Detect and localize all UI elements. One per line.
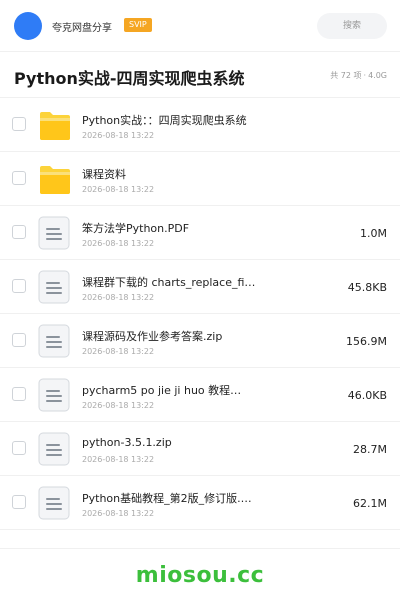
file-date: 2026-08-18 13:22 bbox=[82, 347, 155, 356]
file-list: Python实战：：四周实现爬虫系统 2026-08-18 13:22 课程资料 20… bbox=[0, 98, 400, 530]
row-checkbox[interactable] bbox=[12, 117, 26, 131]
file-date: 2026-08-18 13:22 bbox=[82, 185, 155, 194]
file-row[interactable]: pycharm5 po jie ji huo 教程… 2026-08-18 13:… bbox=[0, 368, 400, 422]
folder-header: Python实战-四周实现爬虫系统 共 72 项 · 4.0G bbox=[0, 52, 400, 98]
file-size: 1.0M bbox=[360, 227, 387, 240]
folder-icon bbox=[38, 162, 70, 196]
file-date: 2026-08-18 13:22 bbox=[82, 509, 155, 518]
file-size: 46.0KB bbox=[347, 389, 387, 402]
document-icon bbox=[38, 432, 70, 466]
row-checkbox[interactable] bbox=[12, 225, 26, 239]
footer: miosou.cc bbox=[0, 548, 400, 600]
document-icon bbox=[38, 324, 70, 358]
file-date: 2026-08-18 13:22 bbox=[82, 401, 155, 410]
svip-badge: SVIP bbox=[124, 18, 152, 32]
brand-logo-text: miosou.cc bbox=[135, 563, 265, 588]
file-row[interactable]: python-3.5.1.zip 2026-08-18 13:22 28.7M bbox=[0, 422, 400, 476]
page-title: Python实战-四周实现爬虫系统 bbox=[14, 69, 245, 88]
row-checkbox[interactable] bbox=[12, 495, 26, 509]
file-size: 28.7M bbox=[353, 443, 387, 456]
row-checkbox[interactable] bbox=[12, 441, 26, 455]
file-row[interactable]: 课程源码及作业参考答案.zip 2026-08-18 13:22 156.9M bbox=[0, 314, 400, 368]
document-icon bbox=[38, 216, 70, 250]
file-row[interactable]: 笨方法学Python.PDF 2026-08-18 13:22 1.0M bbox=[0, 206, 400, 260]
row-checkbox[interactable] bbox=[12, 333, 26, 347]
document-icon bbox=[38, 378, 70, 412]
file-row[interactable]: 课程资料 2026-08-18 13:22 bbox=[0, 152, 400, 206]
file-date: 2026-08-18 13:22 bbox=[82, 455, 155, 464]
file-name: Python基础教程_第2版_修订版.pdf bbox=[82, 492, 257, 505]
file-row[interactable]: Python基础教程_第2版_修订版.pdf 2026-08-18 13:22 62… bbox=[0, 476, 400, 530]
row-checkbox[interactable] bbox=[12, 387, 26, 401]
total-size: 4.0G bbox=[368, 71, 387, 80]
top-bar: 夸克网盘分享 SVIP bbox=[0, 0, 400, 52]
file-name: 课程资料 bbox=[82, 168, 126, 181]
file-name: Python实战：：四周实现爬虫系统 bbox=[82, 114, 247, 127]
document-icon bbox=[38, 486, 70, 520]
file-name: python-3.5.1.zip bbox=[82, 436, 172, 449]
file-size: 45.8KB bbox=[347, 281, 387, 294]
file-name: 课程源码及作业参考答案.zip bbox=[82, 330, 223, 343]
meta-separator: · bbox=[363, 71, 367, 80]
row-checkbox[interactable] bbox=[12, 171, 26, 185]
file-size: 156.9M bbox=[346, 335, 387, 348]
username: 夸克网盘分享 bbox=[52, 23, 112, 34]
row-checkbox[interactable] bbox=[12, 279, 26, 293]
file-date: 2026-08-18 13:22 bbox=[82, 293, 155, 302]
file-row[interactable]: 课程群下载的 charts_replace_fil… 2026-08-18 13:… bbox=[0, 260, 400, 314]
file-date: 2026-08-18 13:22 bbox=[82, 239, 155, 248]
file-name: 课程群下载的 charts_replace_fil… bbox=[82, 276, 257, 289]
document-icon bbox=[38, 270, 70, 304]
item-count: 共 72 项 bbox=[330, 71, 362, 80]
avatar[interactable] bbox=[14, 12, 42, 40]
folder-icon bbox=[38, 108, 70, 142]
file-name: pycharm5 po jie ji huo 教程… bbox=[82, 384, 242, 397]
file-date: 2026-08-18 13:22 bbox=[82, 131, 155, 140]
search-input[interactable] bbox=[317, 13, 387, 39]
file-name: 笨方法学Python.PDF bbox=[82, 222, 190, 235]
file-row[interactable]: Python实战：：四周实现爬虫系统 2026-08-18 13:22 bbox=[0, 98, 400, 152]
folder-meta: 共 72 项 · 4.0G bbox=[330, 70, 387, 81]
file-size: 62.1M bbox=[353, 497, 387, 510]
